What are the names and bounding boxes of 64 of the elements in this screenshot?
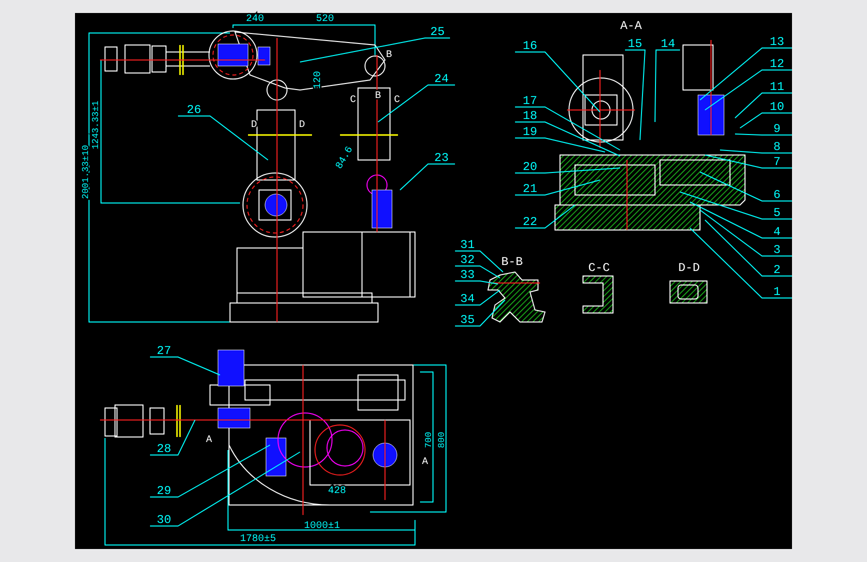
part-number: 31 — [460, 238, 475, 252]
part-number: 20 — [522, 160, 538, 174]
part-number: 25 — [430, 25, 445, 39]
section-mark: A — [422, 457, 428, 468]
dimension-value: 800 — [437, 432, 447, 448]
dimension-value: 240 — [246, 14, 264, 25]
section-dd-drawing — [670, 280, 708, 304]
section-view-title: B-B — [501, 255, 523, 269]
section-mark: B — [386, 50, 392, 61]
leader-line — [150, 356, 220, 376]
dimension-value: 1000±1 — [304, 521, 340, 532]
part-number: 6 — [773, 188, 781, 202]
part-number: 12 — [770, 57, 784, 71]
part-number: 28 — [156, 442, 172, 456]
part-number: 24 — [434, 72, 449, 86]
part-number: 21 — [522, 182, 538, 196]
dimension-value: 428 — [328, 486, 346, 497]
part-number: 33 — [460, 268, 475, 282]
part-number: 9 — [773, 122, 781, 136]
section-mark: C — [350, 95, 356, 106]
part-number: 15 — [628, 37, 642, 51]
part-number: 17 — [522, 94, 538, 108]
part-number: 23 — [434, 151, 449, 165]
dimension-value: 1243.33±1 — [91, 100, 101, 150]
leader-line — [514, 204, 576, 228]
part-number: 11 — [770, 80, 784, 94]
part-number: 4 — [773, 225, 781, 239]
part-number: 13 — [770, 35, 784, 49]
part-number: 34 — [460, 292, 475, 306]
dimension-value: 700 — [424, 432, 434, 448]
dimension-value: 2001.33±10 — [81, 145, 91, 199]
part-number: 35 — [460, 313, 475, 327]
section-view-title: A-A — [620, 19, 642, 33]
part-number: 19 — [522, 125, 538, 139]
leader-line — [734, 134, 792, 136]
part-number: 22 — [522, 215, 538, 229]
section-mark: D — [251, 120, 257, 131]
part-number: 2 — [773, 263, 781, 277]
part-number: 18 — [522, 109, 538, 123]
leader-line — [454, 280, 498, 284]
section-mark: D — [299, 120, 305, 131]
part-number: 16 — [522, 39, 538, 53]
part-number: 14 — [660, 37, 676, 51]
part-number: 3 — [773, 243, 781, 257]
part-number: 1 — [773, 285, 781, 299]
part-number: 29 — [156, 484, 172, 498]
dimension-value: 120 — [313, 71, 324, 89]
part-number: 10 — [770, 100, 784, 114]
section-mark: A — [206, 435, 212, 446]
dimension-value: 520 — [316, 14, 334, 25]
part-number: 27 — [156, 344, 172, 358]
section-view-title: D-D — [678, 261, 700, 275]
leader-line — [400, 164, 456, 190]
dimension-value: 1780±5 — [240, 534, 276, 545]
part-number: 5 — [773, 206, 781, 220]
section-bb-drawing — [487, 271, 546, 323]
part-number: 26 — [186, 103, 202, 117]
section-mark: C — [394, 95, 400, 106]
part-number: 30 — [156, 513, 172, 527]
part-number: 32 — [460, 253, 475, 267]
section-view-title: C-C — [588, 261, 610, 275]
part-number: 7 — [773, 155, 781, 169]
part-number: 8 — [773, 140, 781, 154]
section-cc-drawing — [582, 276, 614, 314]
